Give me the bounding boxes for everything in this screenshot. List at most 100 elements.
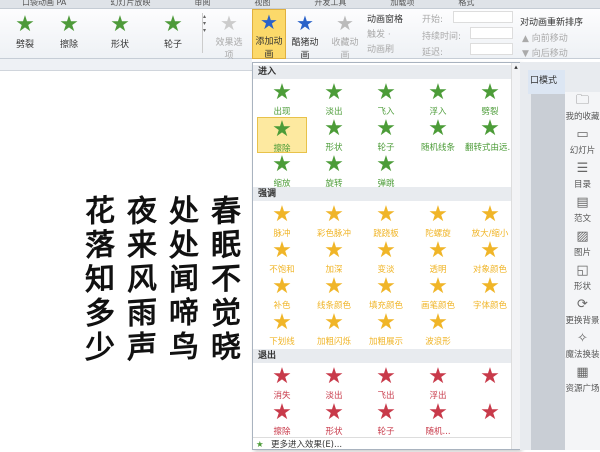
effect-item[interactable]: ★ 擦除 bbox=[257, 400, 307, 438]
effect-item[interactable]: ★ 旋转 bbox=[309, 153, 359, 190]
document-icon: ▤ bbox=[576, 195, 589, 210]
gallery-wipe[interactable]: ★ 擦除 bbox=[44, 13, 94, 51]
sidebar-item[interactable]: ▤ 范文 bbox=[565, 194, 600, 228]
delay-input[interactable] bbox=[470, 43, 513, 55]
effect-item[interactable]: ★ 加深 bbox=[309, 239, 359, 276]
tab[interactable]: 视图 bbox=[232, 0, 292, 8]
gallery-wheel[interactable]: ★ 轮子 bbox=[148, 13, 198, 51]
sidebar-label: 幻灯片 bbox=[569, 146, 596, 156]
effect-item[interactable]: ★ 不饱和 bbox=[257, 239, 307, 276]
effect-item[interactable]: ★ 填充颜色 bbox=[361, 275, 411, 312]
effect-item[interactable]: ★ 形状 bbox=[309, 400, 359, 438]
effect-item[interactable]: ★ 擦除 bbox=[257, 117, 307, 154]
star-icon: ★ bbox=[272, 400, 292, 425]
effect-item[interactable]: ★ 翻转式由远... bbox=[465, 117, 515, 154]
effect-item[interactable]: ★ 轮子 bbox=[361, 401, 411, 438]
move-later-button[interactable]: ▼ 向后移动 bbox=[522, 46, 568, 59]
tool-sidebar: 🗀 我的收藏 ▭ 幻灯片 ☰ 目录 ▤ 范文 ▨ 图片 ◱ 形状 ⟳ 更换背景 ✧ 魔法换装 ▦ 资源广场 bbox=[565, 92, 600, 450]
sidebar-item[interactable]: 🗀 我的收藏 bbox=[565, 92, 600, 126]
effect-item[interactable]: ★ 飞入 bbox=[361, 81, 411, 118]
sidebar-label: 更换背景 bbox=[565, 316, 600, 326]
tab[interactable]: 开发工具 bbox=[292, 0, 368, 8]
tab[interactable]: 口袋动画 PA bbox=[0, 0, 88, 8]
dropdown-scrollbar[interactable]: ▴ bbox=[511, 63, 520, 449]
effect-label: 波浪形 bbox=[425, 337, 451, 347]
favorite-animation-button[interactable]: ★ 收藏动画 bbox=[328, 11, 362, 61]
effect-item[interactable]: ★ bbox=[465, 365, 515, 401]
effect-item[interactable]: ★ 变淡 bbox=[361, 239, 411, 276]
effect-item[interactable]: ★ 弹跳 bbox=[361, 153, 411, 190]
effect-item[interactable]: ★ 消失 bbox=[257, 365, 307, 402]
sidebar-label: 形状 bbox=[573, 282, 591, 292]
effect-label: 轮子 bbox=[377, 427, 395, 437]
painter-button[interactable]: ★ 酷猪动画 bbox=[288, 11, 322, 61]
tab[interactable]: 格式 bbox=[436, 0, 496, 8]
gallery-scroll[interactable]: ▴ ▾ ▾ bbox=[202, 13, 208, 53]
effect-item[interactable]: ★ 补色 bbox=[257, 274, 307, 312]
effect-label: 加粗展示 bbox=[368, 337, 403, 347]
effect-item[interactable]: ★ 随机... bbox=[413, 401, 463, 438]
effect-item[interactable]: ★ 淡出 bbox=[309, 81, 359, 118]
sidebar-item[interactable]: ▦ 资源广场 bbox=[565, 364, 600, 398]
sidebar-item[interactable]: ⟳ 更换背景 bbox=[565, 296, 600, 330]
mode-tab[interactable]: 口模式 bbox=[528, 70, 565, 94]
effect-item[interactable]: ★ 跷跷板 bbox=[361, 203, 411, 240]
start-select[interactable] bbox=[453, 11, 513, 23]
effect-item[interactable]: ★ 画笔颜色 bbox=[413, 275, 463, 312]
animation-pane-button[interactable]: 动画窗格 bbox=[367, 12, 403, 25]
effect-options-button[interactable]: ★ 效果选项 bbox=[212, 11, 246, 61]
sidebar-item[interactable]: ☰ 目录 bbox=[565, 160, 600, 194]
effect-item[interactable]: ★ 劈裂 bbox=[465, 81, 515, 118]
effect-item[interactable]: ★ 淡出 bbox=[309, 365, 359, 402]
effect-item[interactable]: ★ bbox=[465, 401, 515, 437]
poem-line: 夜来风雨声 bbox=[121, 193, 156, 367]
effect-item[interactable]: ★ 波浪形 bbox=[413, 311, 463, 348]
effect-item[interactable]: ★ 出现 bbox=[257, 81, 307, 118]
effect-item[interactable]: ★ 对象颜色 bbox=[465, 239, 515, 276]
animation-brush-button[interactable]: 动画刷 bbox=[367, 42, 394, 55]
sidebar-item[interactable]: ◱ 形状 bbox=[565, 262, 600, 296]
move-earlier-button[interactable]: ▲ 向前移动 bbox=[522, 31, 568, 44]
gallery-split[interactable]: ★ 劈裂 bbox=[0, 13, 50, 51]
effect-item[interactable]: ★ 放大/缩小 bbox=[465, 203, 515, 240]
effect-item[interactable]: ★ 浮出 bbox=[413, 365, 463, 402]
sidebar-label: 我的收藏 bbox=[565, 112, 600, 122]
ribbon-tabs: 口袋动画 PA 幻灯片放映 审阅 视图 开发工具 加载项 格式 bbox=[0, 0, 600, 9]
effect-item[interactable]: ★ 飞出 bbox=[361, 365, 411, 402]
add-animation-button[interactable]: ★添加动画▾ bbox=[252, 9, 286, 67]
star-icon: ★ bbox=[324, 400, 344, 425]
effect-item[interactable]: ★ 透明 bbox=[413, 239, 463, 276]
star-icon: ★ bbox=[336, 11, 354, 35]
effect-item[interactable]: ★ 浮入 bbox=[413, 81, 463, 118]
effect-item[interactable]: ★ 随机线条 bbox=[413, 117, 463, 154]
effect-item[interactable]: ★ 加粗展示 bbox=[361, 310, 411, 348]
star-icon: ★ bbox=[272, 274, 292, 299]
effect-item[interactable]: ★ 彩色脉冲 bbox=[309, 202, 359, 240]
effect-item[interactable]: ★ 下划线 bbox=[257, 311, 307, 348]
effect-item[interactable]: ★ 脉冲 bbox=[257, 203, 307, 240]
effect-item[interactable]: ★ 缩放 bbox=[257, 153, 307, 190]
trigger-button[interactable]: 触发 · bbox=[367, 27, 391, 40]
sidebar-item[interactable]: ▨ 图片 bbox=[565, 228, 600, 262]
effect-item[interactable]: ★ 字体颜色 bbox=[465, 275, 515, 312]
more-entrance-effects[interactable]: ★ 更多进入效果(E)... bbox=[253, 437, 511, 451]
gallery-shape[interactable]: ★ 形状 bbox=[95, 13, 145, 51]
tab[interactable]: 加载项 bbox=[368, 0, 436, 8]
image-icon: ▨ bbox=[576, 229, 589, 244]
effect-item[interactable]: ★ 轮子 bbox=[361, 117, 411, 154]
exit-grid: ★ 消失 ★ 淡出 ★ 飞出 ★ 浮出 ★ ★ 擦除 ★ 形状 ★ 轮子 ★ 随机... ★ bbox=[257, 365, 515, 438]
star-icon: ★ bbox=[376, 310, 396, 335]
tab[interactable]: 幻灯片放映 bbox=[88, 0, 172, 8]
emphasis-grid: ★ 脉冲 ★ 彩色脉冲 ★ 跷跷板 ★ 陀螺旋 ★ 放大/缩小 ★ 不饱和 ★ 加深 ★ 变淡 ★ 透明 ★ 对象颜色… bbox=[257, 202, 515, 348]
effect-item[interactable]: ★ 陀螺旋 bbox=[413, 203, 463, 240]
sidebar-item[interactable]: ▭ 幻灯片 bbox=[565, 126, 600, 160]
duration-input[interactable] bbox=[470, 27, 513, 39]
effect-item[interactable]: ★ 加粗闪烁 bbox=[309, 311, 359, 348]
sidebar-item[interactable]: ✧ 魔法换装 bbox=[565, 330, 600, 364]
tab[interactable]: 审阅 bbox=[172, 0, 232, 8]
effect-label: 随机... bbox=[425, 427, 451, 437]
effect-item[interactable]: ★ 形状 bbox=[309, 117, 359, 154]
add-animation-dropdown: 进入 ★ 出现 ★ 淡出 ★ 飞入 ★ 浮入 ★ 劈裂 ★ 擦除 ★ 形状 ★ 轮子 ★ 随机线条 ★ 翻转式由远..… bbox=[252, 62, 559, 451]
star-icon: ★ bbox=[324, 202, 344, 227]
effect-item[interactable]: ★ 线条颜色 bbox=[309, 275, 359, 312]
